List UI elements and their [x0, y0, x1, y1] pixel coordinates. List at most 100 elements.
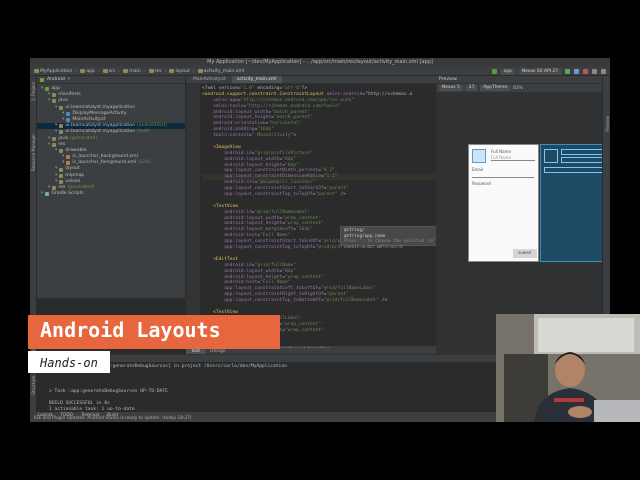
class-icon: [66, 111, 71, 116]
chevron-down-icon[interactable]: ▾: [68, 77, 70, 82]
expand-arrow-icon[interactable]: ▾: [55, 179, 57, 185]
expand-arrow-icon[interactable]: ▾: [62, 160, 64, 166]
project-tree: ▾ app ▾ manifests ▾ java ▾ ui.teamcatalyst.myap…: [37, 84, 185, 197]
breadcrumb-item[interactable]: MyApplication: [34, 69, 72, 74]
package-icon: [59, 105, 64, 110]
blueprint-email: [544, 167, 602, 173]
structure-tab[interactable]: Structure: [31, 376, 36, 395]
expand-arrow-icon[interactable]: ▾: [48, 98, 50, 104]
folder-icon: [52, 142, 57, 147]
lower-third-subtitle-text: Hands-on: [40, 356, 98, 370]
profile-picture[interactable]: [472, 149, 486, 163]
breadcrumb-label: MyApplication: [40, 68, 73, 74]
project-view-selector[interactable]: Android: [47, 77, 65, 82]
folder-icon: [102, 69, 108, 73]
package-icon: [59, 130, 64, 135]
breadcrumb-item[interactable]: layout: [169, 68, 190, 74]
editor-tab[interactable]: activity_main.xml: [231, 76, 282, 83]
expand-arrow-icon[interactable]: ▾: [48, 142, 50, 148]
tree-item-suffix: (generated): [69, 135, 98, 141]
submit-button[interactable]: SUBMIT: [513, 249, 537, 258]
gradle-icon: [45, 192, 50, 197]
tree-item-label: Gradle Scripts: [51, 191, 84, 197]
folder-icon: [52, 93, 57, 98]
window-title: My Application [~/dev/MyApplication] - .…: [30, 58, 610, 67]
tree-item-label: res: [58, 141, 66, 147]
expand-arrow-icon[interactable]: ▾: [55, 148, 57, 154]
project-tool-tab[interactable]: 1: Project: [31, 82, 36, 101]
breadcrumb-label: app: [86, 68, 95, 74]
blueprint-image: [544, 149, 558, 163]
breadcrumb-item[interactable]: src: [102, 68, 116, 74]
folder-icon: [169, 69, 175, 73]
expand-arrow-icon[interactable]: ▾: [41, 191, 43, 197]
lower-third-title-text: Android Layouts: [40, 318, 221, 342]
folder-icon: [59, 167, 64, 172]
run-icon[interactable]: [565, 69, 570, 74]
editor-tab[interactable]: MainActivity.kt: [188, 76, 231, 83]
breadcrumb-label: activity_main.xml: [203, 68, 245, 74]
email-input[interactable]: [472, 173, 534, 178]
expand-arrow-icon[interactable]: ▾: [55, 105, 57, 111]
android-icon: [40, 77, 44, 82]
file-icon: [66, 155, 71, 160]
preview-api-dropdown[interactable]: 27: [465, 85, 478, 91]
design-preview-phone[interactable]: Full Name Full Name Email Password SUBMI…: [468, 144, 539, 262]
presenter-photo: [496, 314, 640, 422]
expand-arrow-icon[interactable]: ▾: [55, 129, 57, 135]
xml-code[interactable]: <?xml version="1.0" encoding="utf-8"?> <a…: [202, 86, 436, 339]
blueprint-preview[interactable]: [540, 144, 602, 262]
resource-manager-tab[interactable]: Resource Manager: [31, 134, 36, 171]
tree-item-label: ic_launcher_foreground.xml: [72, 160, 136, 166]
preview-tool-tab[interactable]: Preview: [605, 116, 610, 132]
code-editor: MainActivity.kt activity_main.xml <?xml v…: [186, 76, 436, 354]
password-label: Password: [472, 181, 491, 186]
full-name-input[interactable]: Full Name: [491, 155, 535, 161]
preview-device-dropdown[interactable]: Nexus 5: [439, 85, 463, 91]
preview-theme-dropdown[interactable]: AppTheme: [480, 85, 511, 91]
tree-item-suffix: (v24): [138, 160, 151, 166]
folder-icon: [59, 148, 64, 153]
expand-arrow-icon[interactable]: ▾: [62, 117, 64, 123]
expand-arrow-icon[interactable]: ▾: [41, 86, 43, 92]
breadcrumb-label: layout: [175, 68, 190, 74]
module-icon: [45, 87, 50, 92]
preview-toolbar: Nexus 5 27 AppTheme 83%: [436, 84, 602, 92]
sdk-manager-icon[interactable]: [592, 69, 597, 74]
stop-icon[interactable]: [583, 69, 588, 74]
breadcrumb-item[interactable]: activity_main.xml: [197, 68, 245, 74]
breadcrumb-item[interactable]: main: [123, 68, 141, 74]
package-icon: [59, 124, 64, 129]
breadcrumb-label: src: [108, 68, 116, 74]
debug-icon[interactable]: [574, 69, 579, 74]
run-config-dropdown[interactable]: app: [500, 68, 515, 75]
preview-title: Preview: [436, 76, 602, 84]
blueprint-text: [561, 149, 602, 155]
build-icon[interactable]: [491, 69, 497, 74]
class-icon: [66, 118, 71, 123]
line-gutter: [186, 84, 200, 346]
breadcrumb-label: main: [129, 68, 141, 74]
preview-panel: Preview Nexus 5 27 AppTheme 83% Full Nam…: [436, 76, 602, 354]
breadcrumb-separator-icon: ›: [192, 68, 195, 74]
zoom-level: 83%: [513, 85, 523, 91]
blueprint-edit: [561, 157, 602, 163]
navigation-bar: MyApplication › app › src › main › res › layout › ac…: [30, 67, 610, 76]
breadcrumb-item[interactable]: res: [148, 69, 162, 74]
breadcrumb-separator-icon: ›: [97, 68, 100, 74]
tree-item[interactable]: ▾ Gradle Scripts: [37, 191, 185, 197]
folder-icon: [123, 69, 129, 73]
breadcrumb-separator-icon: ›: [75, 68, 78, 74]
device-dropdown[interactable]: Nexus 5X API 27: [518, 68, 561, 75]
expand-arrow-icon[interactable]: ▾: [48, 185, 50, 191]
search-icon[interactable]: [601, 69, 606, 74]
folder-icon: [80, 69, 86, 73]
breadcrumb-item[interactable]: app: [80, 69, 95, 74]
folder-icon: [197, 69, 203, 73]
editor-tabs: MainActivity.kt activity_main.xml: [186, 76, 436, 84]
breadcrumb-separator-icon: ›: [143, 68, 146, 74]
folder-icon: [148, 69, 154, 73]
project-panel: Android ▾ ▾ app ▾ manifests ▾ java ▾ ui.teamcat…: [37, 76, 185, 298]
email-label: Email: [472, 167, 484, 172]
folder-icon: [52, 186, 57, 191]
